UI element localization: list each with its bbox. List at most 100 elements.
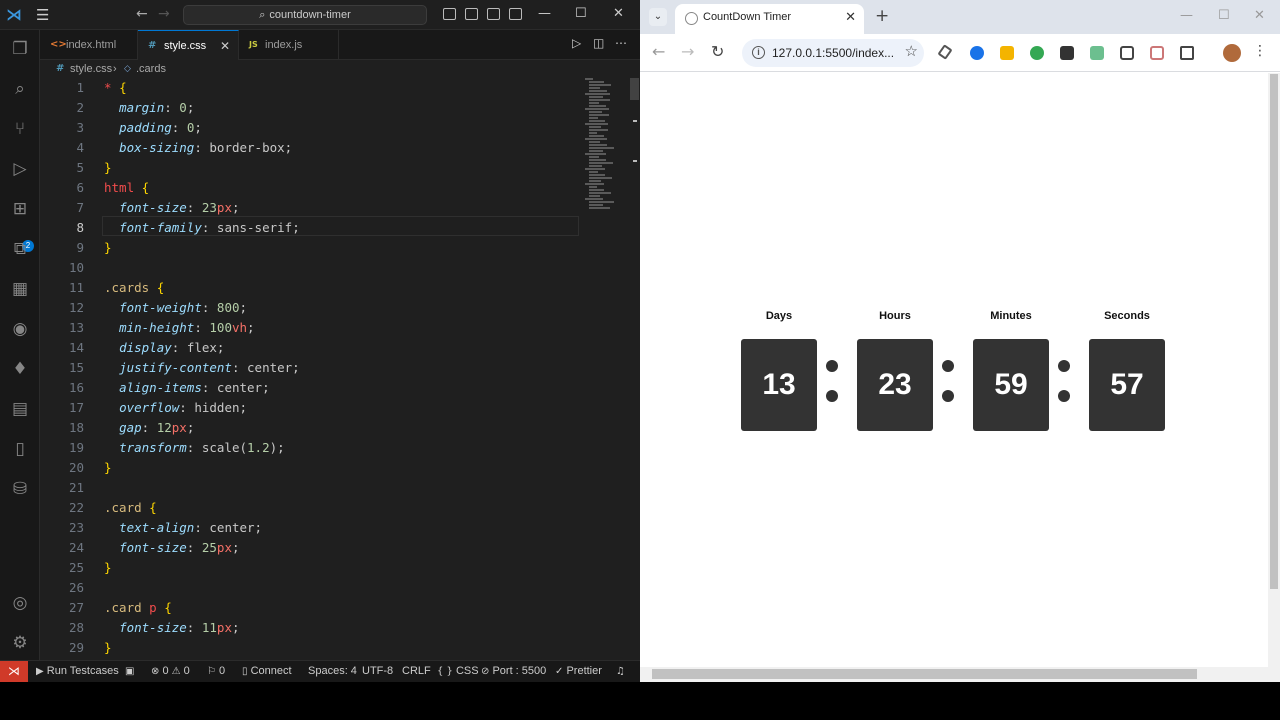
code-line[interactable]: 7 font-size: 23px;: [40, 198, 640, 218]
ports-indicator[interactable]: ⚐ 0: [207, 661, 225, 682]
more-actions-icon[interactable]: ⋯: [615, 36, 627, 50]
reload-icon[interactable]: ↻: [711, 42, 724, 61]
editor-scrollbar-thumb[interactable]: [630, 78, 639, 100]
maximize-icon[interactable]: ☐: [575, 6, 587, 21]
tab-style-css[interactable]: # style.css ✕: [138, 30, 239, 60]
code-line[interactable]: 2 margin: 0;: [40, 98, 640, 118]
code-line[interactable]: 14 display: flex;: [40, 338, 640, 358]
code-line[interactable]: 18 gap: 12px;: [40, 418, 640, 438]
charts-icon[interactable]: ▦: [9, 278, 31, 300]
eol-indicator[interactable]: CRLF: [402, 661, 431, 682]
code-line[interactable]: 1 * {: [40, 78, 640, 98]
pen-extension-icon[interactable]: [937, 44, 953, 60]
language-mode[interactable]: { } CSS: [437, 661, 479, 682]
extension-green-icon[interactable]: [1030, 46, 1044, 60]
remote-indicator-icon[interactable]: ⋊: [0, 661, 28, 682]
split-editor-icon[interactable]: ◫: [593, 36, 604, 50]
tab-index-html[interactable]: <> index.html: [40, 30, 138, 60]
code-line[interactable]: 29}: [40, 638, 640, 658]
code-line[interactable]: 4 box-sizing: border-box;: [40, 138, 640, 158]
tab-search-icon[interactable]: ⌄: [649, 8, 667, 26]
tab-index-js[interactable]: JS index.js: [239, 30, 339, 60]
more-menu-icon[interactable]: ⋮: [1253, 43, 1267, 59]
code-line[interactable]: 5}: [40, 158, 640, 178]
breadcrumb-symbol[interactable]: .cards: [136, 60, 166, 78]
live-server-port[interactable]: ⊘ Port : 5500: [481, 661, 546, 682]
run-debug-icon[interactable]: ▷: [9, 158, 31, 180]
forward-arrow-icon[interactable]: →: [158, 6, 170, 22]
address-bar[interactable]: i 127.0.0.1:5500/index... ☆: [742, 39, 924, 67]
minimize-icon[interactable]: —: [538, 6, 551, 21]
prettier-indicator[interactable]: ✓ Prettier: [555, 661, 602, 682]
new-tab-icon[interactable]: +: [875, 6, 889, 26]
code-line[interactable]: 12 font-weight: 800;: [40, 298, 640, 318]
extension-dark-icon[interactable]: [1060, 46, 1074, 60]
toggle-primary-sidebar-icon[interactable]: [443, 8, 456, 20]
code-line[interactable]: 13 min-height: 100vh;: [40, 318, 640, 338]
code-editor[interactable]: 1 * {2 margin: 0; 3 padding: 0; 4 box-sizin…: [40, 78, 640, 660]
run-file-icon[interactable]: ▷: [572, 36, 581, 50]
code-line[interactable]: 8 font-family: sans-serif;: [40, 218, 640, 238]
close-icon[interactable]: ✕: [613, 6, 624, 21]
account-icon[interactable]: ◎: [9, 592, 31, 614]
code-line[interactable]: 16 align-items: center;: [40, 378, 640, 398]
live-share-icon[interactable]: ◉: [9, 318, 31, 340]
customize-layout-icon[interactable]: [509, 8, 522, 20]
file-icon[interactable]: ▯: [9, 438, 31, 460]
code-line[interactable]: 19 transform: scale(1.2);: [40, 438, 640, 458]
code-line[interactable]: 22 .card {: [40, 498, 640, 518]
close-tab-icon[interactable]: ✕: [220, 31, 230, 61]
encoding-indicator[interactable]: UTF-8: [362, 661, 393, 682]
settings-gear-icon[interactable]: ⚙: [9, 632, 31, 654]
code-line[interactable]: 21: [40, 478, 640, 498]
maximize-icon[interactable]: ☐: [1218, 8, 1230, 23]
connect-button[interactable]: ▯ Connect: [242, 661, 292, 682]
browser-tab[interactable]: CountDown Timer ✕: [675, 4, 864, 34]
code-line[interactable]: 17 overflow: hidden;: [40, 398, 640, 418]
page-vertical-scrollbar-thumb[interactable]: [1270, 74, 1278, 589]
code-line[interactable]: 9}: [40, 238, 640, 258]
source-control-icon[interactable]: ⑂: [9, 118, 31, 140]
profile-avatar[interactable]: [1223, 44, 1241, 62]
site-info-icon[interactable]: i: [752, 46, 765, 59]
search-icon[interactable]: ⌕: [9, 78, 31, 100]
minimap[interactable]: [585, 78, 627, 209]
code-line[interactable]: 26: [40, 578, 640, 598]
page-horizontal-scrollbar-thumb[interactable]: [652, 669, 1197, 679]
breadcrumb-file[interactable]: style.css: [70, 60, 112, 78]
extensions-puzzle-icon[interactable]: [1180, 46, 1194, 60]
extension-red-icon[interactable]: [1150, 46, 1164, 60]
explorer-icon[interactable]: ❐: [9, 38, 31, 60]
code-line[interactable]: 25}: [40, 558, 640, 578]
problems-indicator[interactable]: ⊗ 0 ⚠ 0: [151, 661, 190, 682]
run-testcases-button[interactable]: ▶ Run Testcases: [36, 661, 119, 682]
toggle-secondary-sidebar-icon[interactable]: [487, 8, 500, 20]
extensions-icon[interactable]: ⊞: [9, 198, 31, 220]
editor-scrollbar[interactable]: [629, 78, 640, 660]
stack-icon[interactable]: ▤: [9, 398, 31, 420]
code-line[interactable]: 10: [40, 258, 640, 278]
code-line[interactable]: 11 .cards {: [40, 278, 640, 298]
notifications-bell-icon[interactable]: ♫: [616, 661, 625, 682]
remote-explorer-icon[interactable]: ⧉: [9, 238, 31, 260]
code-line[interactable]: 24 font-size: 25px;: [40, 538, 640, 558]
picture-in-picture-icon[interactable]: [1120, 46, 1134, 60]
code-line[interactable]: 6 html {: [40, 178, 640, 198]
toggle-panel-icon[interactable]: [465, 8, 478, 20]
extension-grid-icon[interactable]: [1090, 46, 1104, 60]
command-center-search[interactable]: ⌕ countdown-timer: [183, 5, 427, 25]
extension-blue-icon[interactable]: [970, 46, 984, 60]
code-line[interactable]: 15 justify-content: center;: [40, 358, 640, 378]
code-line[interactable]: 27 .card p {: [40, 598, 640, 618]
close-tab-icon[interactable]: ✕: [845, 10, 856, 25]
code-line[interactable]: 23 text-align: center;: [40, 518, 640, 538]
database-icon[interactable]: ⛁: [9, 478, 31, 500]
extension-folder-icon[interactable]: [1000, 46, 1014, 60]
minimize-icon[interactable]: —: [1180, 8, 1193, 23]
menu-icon[interactable]: ☰: [36, 6, 54, 24]
flame-icon[interactable]: ♦: [9, 358, 31, 380]
close-window-icon[interactable]: ✕: [1254, 8, 1265, 23]
save-icon[interactable]: ▣: [125, 661, 134, 682]
back-icon[interactable]: ←: [652, 42, 665, 61]
code-line[interactable]: 20}: [40, 458, 640, 478]
